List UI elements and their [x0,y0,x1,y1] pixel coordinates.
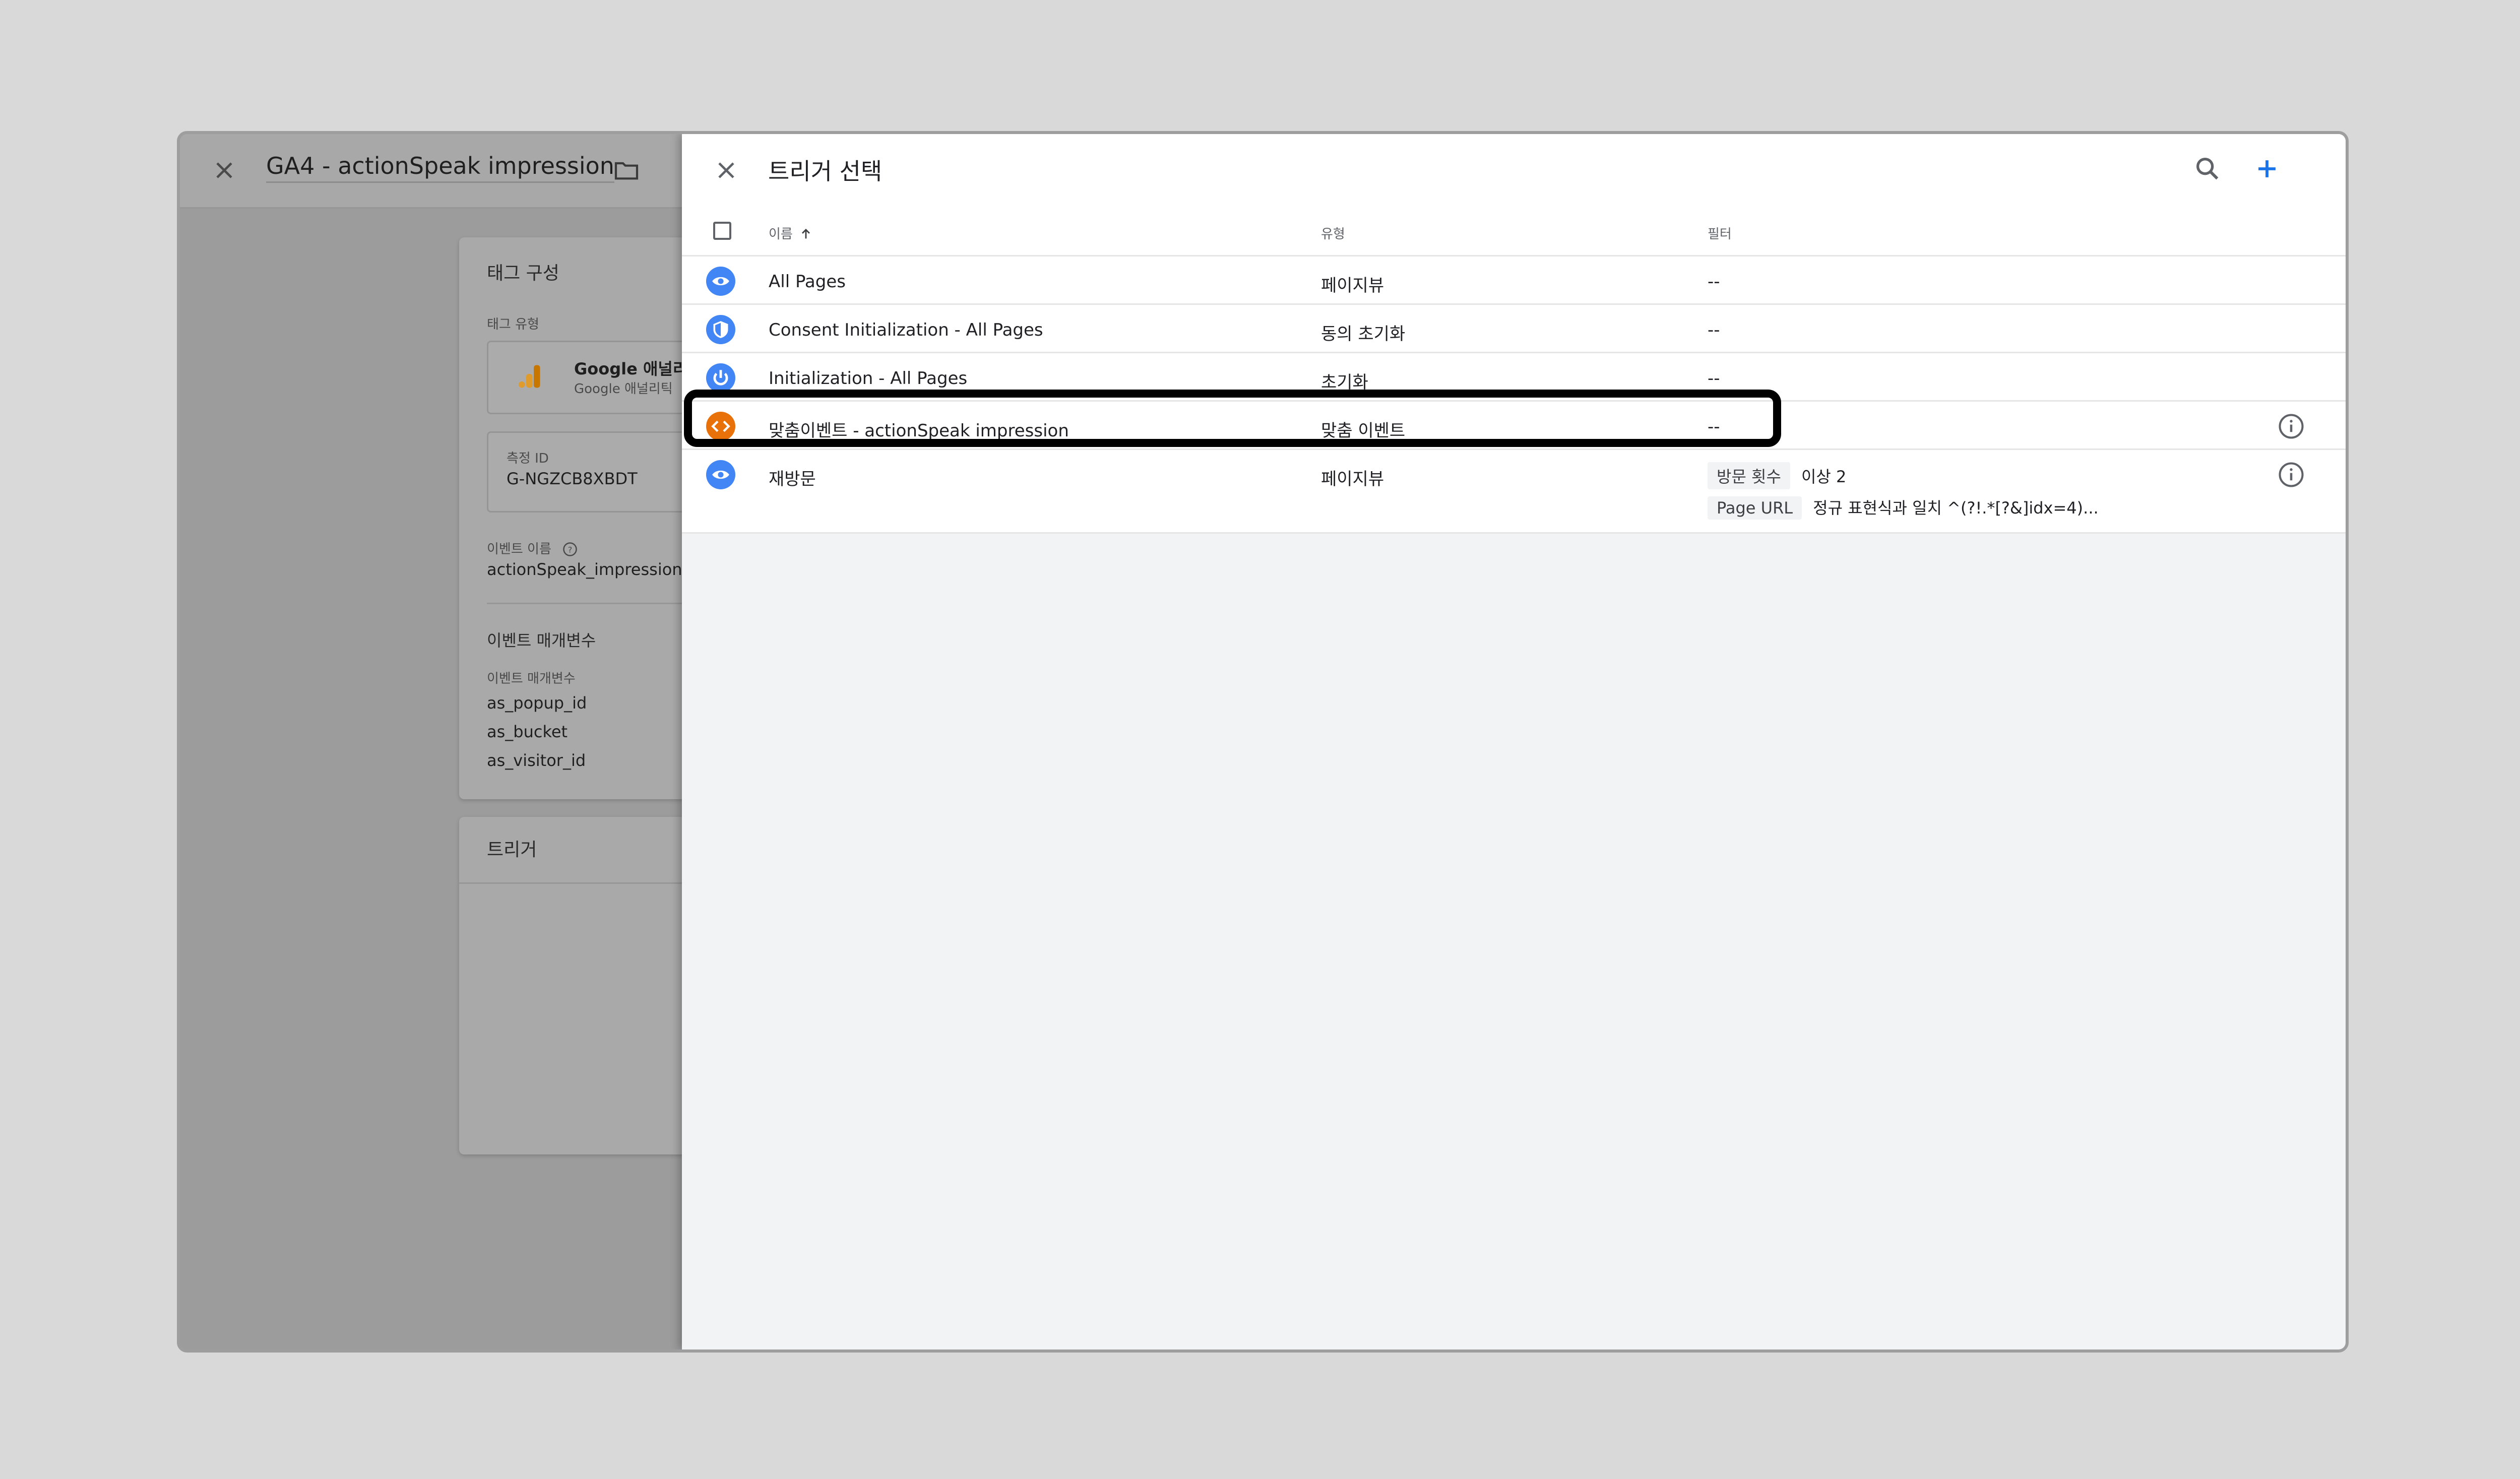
event-name-label-text: 이벤트 이름 [487,542,551,557]
event-name-value: actionSpeak_impression [487,560,682,579]
trigger-filter: -- [1708,368,1720,389]
trigger-type: 동의 초기화 [1321,324,1406,344]
trigger-type: 맞춤 이벤트 [1321,421,1406,441]
panel-title: 트리거 선택 [768,158,883,185]
arrow-up-icon [799,227,813,241]
svg-text:?: ? [568,545,573,554]
analytics-icon [516,361,546,392]
tag-editor-header: GA4 - actionSpeak impression [180,134,684,209]
filter-chip: 방문 횟수 [1708,462,1790,489]
measurement-id-label: 측정 ID [507,451,549,466]
table-row[interactable]: Initialization - All Pages 초기화 -- [682,352,2346,402]
filter-text: 이상 2 [1801,467,1847,486]
card-title: 태그 구성 [487,263,559,284]
column-header-name-label: 이름 [769,227,793,242]
info-icon[interactable] [2278,413,2305,440]
event-name-label: 이벤트 이름 ? [487,539,578,557]
close-icon[interactable] [210,156,238,184]
trigger-card: 트리거 [459,817,686,1154]
code-icon [706,412,735,441]
trigger-name: 맞춤이벤트 - actionSpeak impression [769,421,1069,441]
trigger-filter: -- [1708,417,1720,437]
trigger-name: All Pages [769,272,846,292]
table-row-selected[interactable]: 맞춤이벤트 - actionSpeak impression 맞춤 이벤트 -- [682,400,2346,450]
column-header-type[interactable]: 유형 [1321,224,1345,242]
tag-title[interactable]: GA4 - actionSpeak impression [266,152,614,183]
trigger-type: 초기화 [1321,372,1368,393]
trigger-list: 트리거 선택 이름 유형 필터 All Pages 페이지뷰 -- Consen… [682,134,2346,534]
filter-condition: 방문 횟수 이상 2 [1708,462,1846,489]
event-param-item: as_popup_id [487,693,587,713]
trigger-filter: -- [1708,320,1720,340]
trigger-name: 재방문 [769,469,816,489]
eye-icon [706,267,735,296]
filter-condition: Page URL 정규 표현식과 일치 ^(?!.*[?&]idx=4)... [1708,495,2099,520]
event-params-section: 이벤트 매개변수 [487,631,596,650]
tag-type-selector[interactable]: Google 애널리 Google 애널리틱 [487,341,702,414]
trigger-filter: -- [1708,272,1720,292]
search-icon[interactable] [2193,154,2222,183]
trigger-name: Initialization - All Pages [769,368,968,389]
event-param-item: as_bucket [487,722,568,741]
table-row[interactable]: Consent Initialization - All Pages 동의 초기… [682,303,2346,353]
divider [487,603,688,604]
divider [459,882,686,884]
trigger-picker-panel: 트리거 선택 이름 유형 필터 All Pages 페이지뷰 -- Consen… [682,134,2346,1349]
tag-configuration-card: 태그 구성 태그 유형 Google 애널리 Google 애널리틱 측정 ID… [459,237,702,799]
folder-icon[interactable] [612,156,641,184]
shield-icon [706,315,735,344]
event-param-item: as_visitor_id [487,751,586,770]
tag-type-sub: Google 애널리틱 [574,381,673,397]
add-icon[interactable] [2252,154,2282,183]
tag-type-name: Google 애널리 [574,359,688,378]
table-row[interactable]: All Pages 페이지뷰 -- [682,255,2346,305]
column-header-filter[interactable]: 필터 [1708,224,1732,242]
filter-chip: Page URL [1708,496,1802,520]
select-all-checkbox[interactable] [713,222,731,240]
column-header-name[interactable]: 이름 [769,224,813,242]
table-row[interactable]: 재방문 페이지뷰 방문 횟수 이상 2 Page URL 정규 표현식과 일치 ^(… [682,448,2346,531]
app-window: GA4 - actionSpeak impression 태그 구성 태그 유형… [177,131,2349,1353]
filter-text: 정규 표현식과 일치 ^(?!.*[?&]idx=4)... [1813,498,2099,518]
help-icon[interactable]: ? [562,542,578,557]
info-icon[interactable] [2278,461,2305,488]
close-icon[interactable] [712,156,740,184]
power-icon [706,363,735,393]
eye-icon [706,460,735,489]
event-params-label: 이벤트 매개변수 [487,671,576,686]
trigger-type: 페이지뷰 [1321,276,1384,296]
card-title: 트리거 [487,840,537,860]
tag-type-label: 태그 유형 [487,317,539,332]
measurement-id-field[interactable]: 측정 ID G-NGZCB8XBDT [487,431,702,512]
trigger-name: Consent Initialization - All Pages [769,320,1043,340]
measurement-id-value: G-NGZCB8XBDT [507,469,638,488]
trigger-type: 페이지뷰 [1321,469,1384,489]
